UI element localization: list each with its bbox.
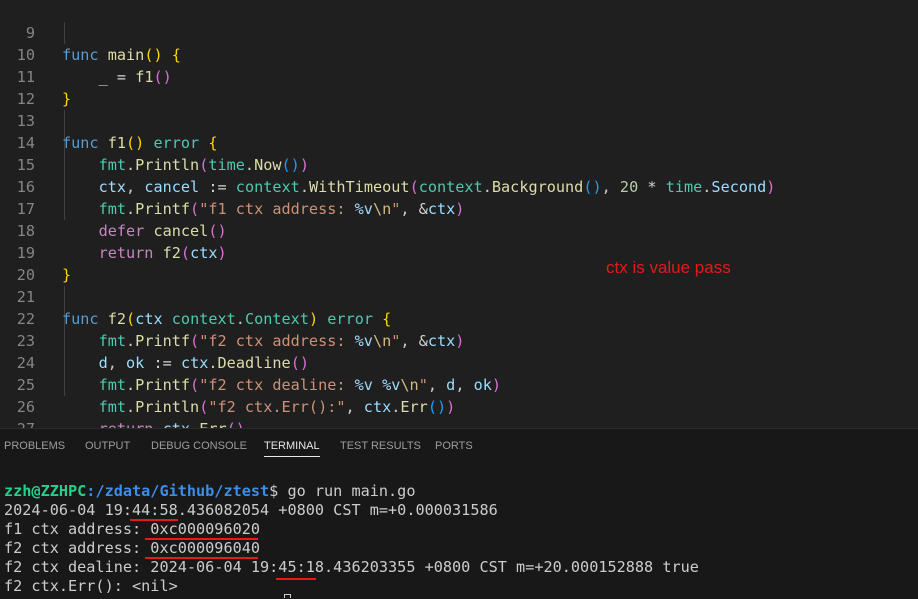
code-line: 19 } [0,220,918,284]
tab-test-results[interactable]: TEST RESULTS [340,429,421,463]
panel-tabs: PROBLEMS OUTPUT DEBUG CONSOLE TERMINAL T… [0,429,918,463]
code-line: 24 fmt.Printf("f2 ctx dealine: %v %v\n",… [0,330,918,394]
code-line: 25 fmt.Println("f2 ctx.Err():", ctx.Err(… [0,352,918,416]
line-number: 27 [0,418,35,428]
code-line: 11 } [0,44,918,108]
terminal-output-line: f2 ctx address: 0xc000096040 [4,539,261,557]
code-line: 13 func f1() error { [0,88,918,152]
code-line: 18 return f2(ctx) [0,198,918,262]
code-line: 20 [0,242,918,284]
annotation-text: ctx is value pass [606,258,731,277]
code-line: 22 fmt.Printf("f2 ctx address: %v\n", &c… [0,286,918,350]
terminal-cursor [284,594,291,598]
prompt-path: :/zdata/Github/ztest [86,482,270,500]
red-underline-f1-address [145,538,258,540]
red-underline-deadline [276,578,316,580]
tab-output[interactable]: OUTPUT [85,429,130,463]
code-line: 17 defer cancel() [0,176,918,240]
tab-debug-console[interactable]: DEBUG CONSOLE [151,429,247,463]
code-line: 14 fmt.Println(time.Now()) [0,110,918,174]
red-underline-f2-address [145,557,258,559]
tab-ports[interactable]: PORTS [435,429,473,463]
tab-problems[interactable]: PROBLEMS [4,429,65,463]
tab-terminal[interactable]: TERMINAL [264,429,320,463]
code-line: 16 fmt.Printf("f1 ctx address: %v\n", &c… [0,154,918,218]
code-line: 12 [0,66,918,108]
code-line: 9 func main() { [0,0,918,64]
code-editor[interactable]: 9 func main() { 10 _ = f1() 11 } 12 13 f… [0,0,918,428]
code-line: 27 } [0,396,918,428]
code-line: 21 func f2(ctx context.Context) error { [0,264,918,328]
terminal-prompt-line: zzh@ZZHPC:/zdata/Github/ztest$ go run ma… [4,482,415,501]
code-line: 15 ctx, cancel := context.WithTimeout(co… [0,132,918,196]
code-line: 10 _ = f1() [0,22,918,86]
code-line: 23 d, ok := ctx.Deadline() [0,308,918,372]
red-underline-time [130,519,178,521]
prompt-user: zzh@ZZHPC [4,482,87,500]
terminal-output-line: f1 ctx address: 0xc000096020 [4,520,261,538]
terminal-output-line: 2024-06-04 19:44:58.436082054 +0800 CST … [4,501,498,519]
code-line: 26 return ctx.Err() [0,374,918,428]
terminal-output-line: f2 ctx.Err(): <nil> [4,577,178,595]
terminal-output-line: f2 ctx dealine: 2024-06-04 19:45:18.4362… [4,558,699,576]
prompt-command: $ go run main.go [269,482,416,500]
